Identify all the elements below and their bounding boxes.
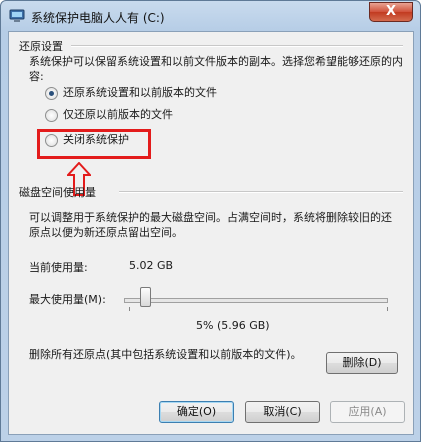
current-usage-value: 5.02 GB — [129, 259, 174, 272]
slider-tick — [387, 307, 388, 311]
delete-button[interactable]: 删除(D) — [326, 352, 398, 374]
group-divider — [71, 45, 403, 47]
max-usage-label: 最大使用量(M): — [29, 293, 106, 306]
radio-label: 还原系统设置和以前版本的文件 — [63, 86, 217, 99]
radio-button[interactable] — [45, 87, 58, 100]
apply-button[interactable]: 应用(A) — [330, 401, 405, 423]
computer-icon — [9, 8, 25, 24]
radio-button[interactable] — [45, 109, 58, 122]
disk-usage-heading: 磁盘空间使用量 — [19, 186, 96, 199]
system-protection-dialog: 系统保护电脑人人有 (C:) X 还原设置 系统保护可以保留系统设置和以前文件版… — [0, 0, 421, 442]
disk-usage-description: 可以调整用于系统保护的最大磁盘空间。占满空间时，系统将删除较旧的还原点以便为新还… — [29, 211, 392, 239]
group-divider — [119, 191, 403, 193]
max-usage-value: 5% (5.96 GB) — [196, 319, 270, 332]
window-title: 系统保护电脑人人有 (C:) — [31, 11, 165, 25]
cancel-button[interactable]: 取消(C) — [245, 401, 320, 423]
annotation-highlight-box — [37, 129, 151, 159]
restore-settings-heading: 还原设置 — [19, 40, 63, 53]
current-usage-label: 当前使用量: — [29, 261, 88, 274]
close-button[interactable]: X — [369, 2, 413, 22]
slider-tick — [129, 307, 130, 311]
radio-label: 仅还原以前版本的文件 — [63, 108, 173, 121]
ok-button[interactable]: 确定(O) — [159, 401, 234, 423]
max-usage-slider-track[interactable] — [124, 298, 388, 303]
restore-settings-description: 系统保护可以保留系统设置和以前文件版本的副本。选择您希望能够还原的内容: — [29, 55, 403, 83]
delete-restore-points-description: 删除所有还原点(其中包括系统设置和以前版本的文件)。 — [29, 348, 302, 361]
max-usage-slider-thumb[interactable] — [140, 287, 151, 307]
dialog-client-area: 还原设置 系统保护可以保留系统设置和以前文件版本的副本。选择您希望能够还原的内容… — [8, 31, 414, 435]
title-bar[interactable]: 系统保护电脑人人有 (C:) X — [1, 1, 420, 31]
